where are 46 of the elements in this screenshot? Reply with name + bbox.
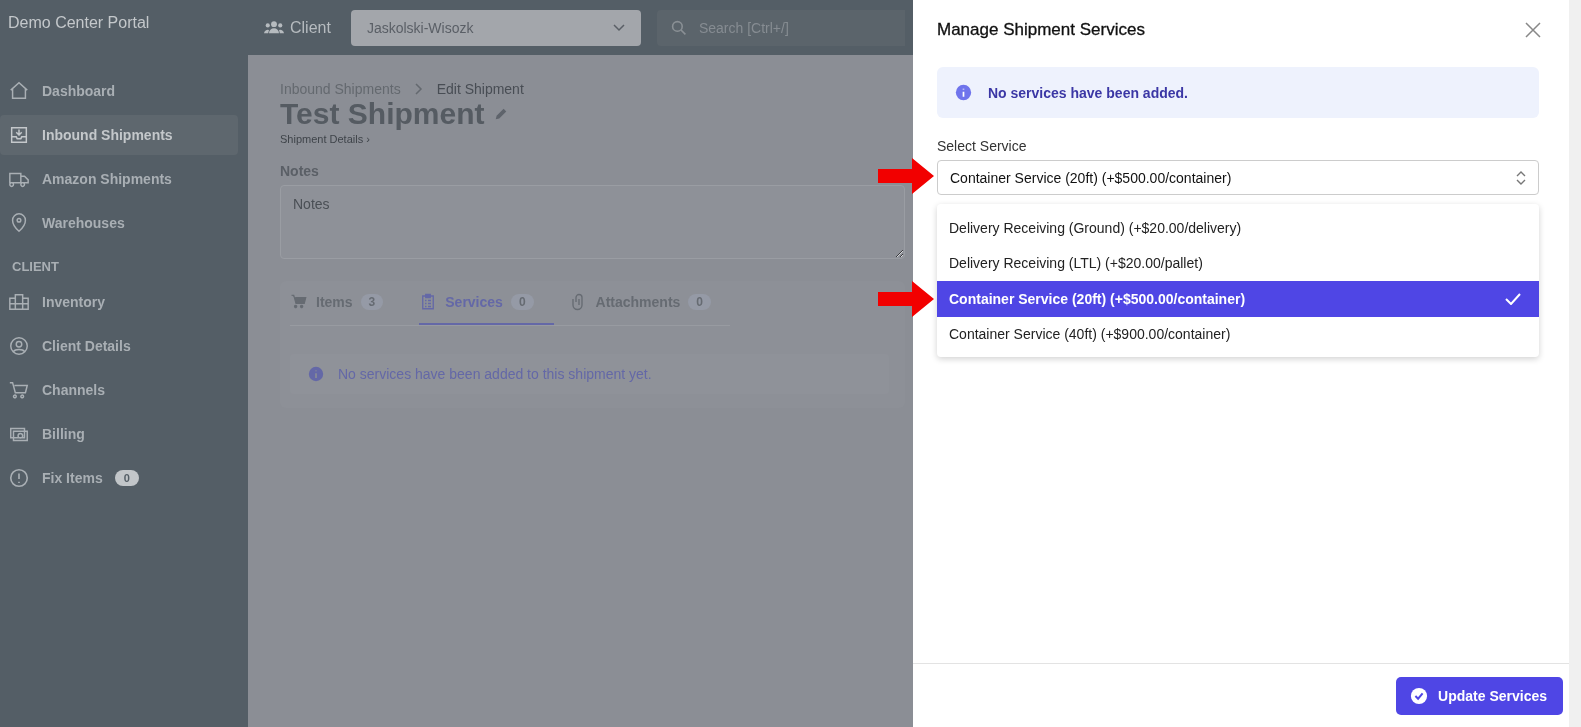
section-link[interactable]: Shipment Details › <box>280 133 370 145</box>
dropdown-option[interactable]: Delivery Receiving (LTL) (+$20.00/pallet) <box>937 245 1539 281</box>
count-badge: 0 <box>114 470 139 486</box>
sidebar-item[interactable]: Fix Items 0 <box>0 458 238 498</box>
nav-icon <box>8 80 30 102</box>
nav-icon <box>8 291 30 313</box>
notes-field[interactable]: Notes <box>280 185 905 259</box>
field-label: Select Service <box>937 138 1028 154</box>
service-select[interactable]: Container Service (20ft) (+$500.00/container) <box>937 160 1539 195</box>
client-label: Client <box>290 18 331 37</box>
info-icon <box>308 366 324 382</box>
users-icon <box>264 19 284 36</box>
nav-icon <box>8 124 30 146</box>
app-title: Demo Center Portal <box>7 13 151 33</box>
panel-title: Manage Shipment Services <box>937 20 1145 40</box>
dropdown-option[interactable]: Container Service (40ft) (+$900.00/container) <box>937 316 1539 352</box>
breadcrumb-current: Edit Shipment <box>436 81 524 97</box>
dropdown-option[interactable]: Container Service (20ft) (+$500.00/container) <box>937 281 1539 317</box>
sidebar-item[interactable]: Inventory <box>0 282 238 322</box>
pointer-arrow-icon <box>878 158 934 194</box>
tab-icon <box>290 293 308 311</box>
sidebar-item[interactable]: Client Details <box>0 326 238 366</box>
checkmark-icon <box>1505 292 1521 305</box>
up-down-chevron-icon <box>1516 169 1526 186</box>
sidebar-item[interactable]: Dashboard <box>0 71 238 111</box>
section-heading: CLIENT <box>11 258 60 276</box>
check-circle-icon <box>1410 686 1429 705</box>
sidebar-item[interactable]: Channels <box>0 370 238 410</box>
sidebar-item[interactable]: Billing <box>0 414 238 454</box>
chevron-icon <box>414 83 423 95</box>
pointer-arrow-icon <box>878 281 934 317</box>
nav-icon <box>8 379 30 401</box>
nav-icon <box>8 467 30 489</box>
info-alert: No services have been added. <box>937 67 1539 118</box>
nav-icon <box>8 335 30 357</box>
info-icon <box>955 84 972 101</box>
chevron-down-icon <box>612 23 625 32</box>
close-icon[interactable] <box>1525 22 1541 38</box>
sidebar-item[interactable]: Inbound Shipments <box>0 115 238 155</box>
search-icon <box>670 19 687 36</box>
client-select[interactable]: Jaskolski-Wisozk <box>350 9 641 46</box>
pencil-icon[interactable] <box>494 107 509 121</box>
update-services-button[interactable]: Update Services <box>1396 676 1563 715</box>
sidebar-item[interactable]: Amazon Shipments <box>0 159 238 199</box>
sidebar-item[interactable]: Warehouses <box>0 203 238 243</box>
dropdown-option[interactable]: Delivery Receiving (Ground) (+$20.00/delivery) <box>937 210 1539 246</box>
